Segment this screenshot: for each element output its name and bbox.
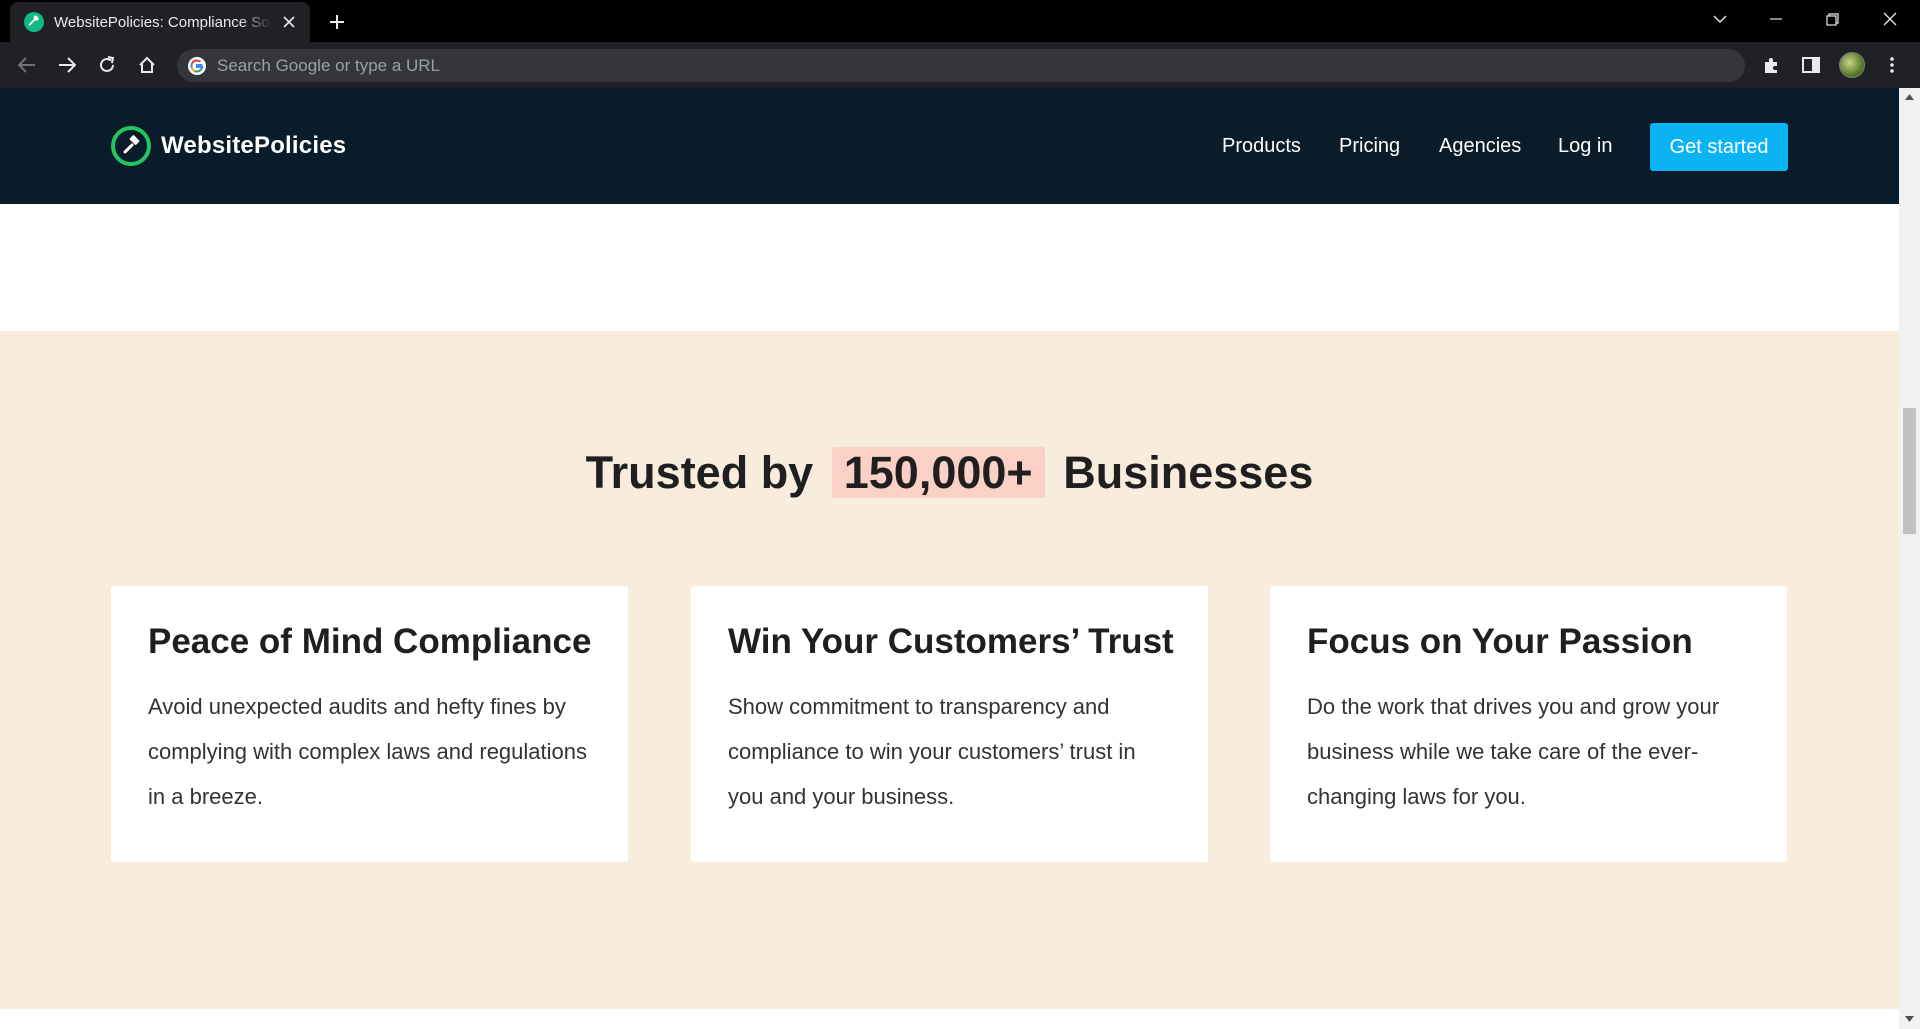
feature-card: Focus on Your Passion Do the work that d… xyxy=(1270,586,1787,862)
restore-icon[interactable] xyxy=(1804,0,1860,38)
scrollbar-thumb[interactable] xyxy=(1903,408,1916,534)
site-logo[interactable]: WebsitePolicies xyxy=(111,126,346,166)
feature-card: Peace of Mind Compliance Avoid unexpecte… xyxy=(111,586,628,862)
site-header: WebsitePolicies Products Pricing Agencie… xyxy=(0,88,1899,204)
card-text: Do the work that drives you and grow you… xyxy=(1307,694,1720,809)
tab-search-chevron-icon[interactable] xyxy=(1692,0,1748,38)
scroll-down-icon[interactable] xyxy=(1903,1012,1916,1026)
nav-pricing[interactable]: Pricing xyxy=(1339,135,1400,158)
card-title: Focus on Your Passion xyxy=(1307,622,1693,661)
google-icon xyxy=(188,56,206,75)
side-panel-icon[interactable] xyxy=(1795,49,1827,81)
omnibox-input[interactable] xyxy=(217,55,1617,76)
feature-card: Win Your Customers’ Trust Show commitmen… xyxy=(691,586,1208,862)
trust-section: Trusted by 150,000+ Businesses Peace of … xyxy=(0,331,1899,1029)
reload-icon[interactable] xyxy=(91,49,123,81)
tab-title: WebsitePolicies: Compliance Solutions xyxy=(54,13,272,31)
nav-agencies[interactable]: Agencies xyxy=(1439,135,1521,158)
home-icon[interactable] xyxy=(131,49,163,81)
gavel-icon xyxy=(24,12,44,32)
close-icon[interactable] xyxy=(278,11,300,33)
card-title: Peace of Mind Compliance xyxy=(148,622,592,661)
nav-login[interactable]: Log in xyxy=(1558,135,1613,158)
back-icon[interactable] xyxy=(11,49,43,81)
window-close-icon[interactable] xyxy=(1862,0,1918,38)
browser-toolbar xyxy=(0,42,1920,88)
browser-tab-active[interactable]: WebsitePolicies: Compliance Solutions xyxy=(10,2,310,42)
card-title: Win Your Customers’ Trust xyxy=(728,622,1174,661)
card-text: Show commitment to transparency and comp… xyxy=(728,694,1136,809)
menu-icon[interactable] xyxy=(1876,49,1908,81)
page-viewport: WebsitePolicies Products Pricing Agencie… xyxy=(0,88,1899,1029)
scroll-up-icon[interactable] xyxy=(1903,90,1916,104)
trust-headline: Trusted by 150,000+ Businesses xyxy=(0,447,1899,499)
address-bar[interactable] xyxy=(177,49,1745,82)
minimize-icon[interactable] xyxy=(1748,0,1804,38)
page-scrollbar[interactable] xyxy=(1899,88,1920,1029)
nav-products[interactable]: Products xyxy=(1222,135,1301,158)
headline-highlight: 150,000+ xyxy=(831,447,1045,498)
headline-prefix: Trusted by xyxy=(585,447,814,498)
avatar[interactable] xyxy=(1836,49,1868,81)
get-started-button[interactable]: Get started xyxy=(1650,123,1788,171)
extensions-icon[interactable] xyxy=(1755,49,1787,81)
gavel-icon xyxy=(111,126,151,166)
headline-suffix: Businesses xyxy=(1063,447,1314,498)
logo-text: WebsitePolicies xyxy=(161,132,347,159)
next-section-edge xyxy=(0,1009,1899,1029)
browser-tab-strip: WebsitePolicies: Compliance Solutions xyxy=(0,0,1920,42)
card-text: Avoid unexpected audits and hefty fines … xyxy=(148,694,587,809)
forward-icon[interactable] xyxy=(51,49,83,81)
plus-icon[interactable] xyxy=(322,8,352,36)
